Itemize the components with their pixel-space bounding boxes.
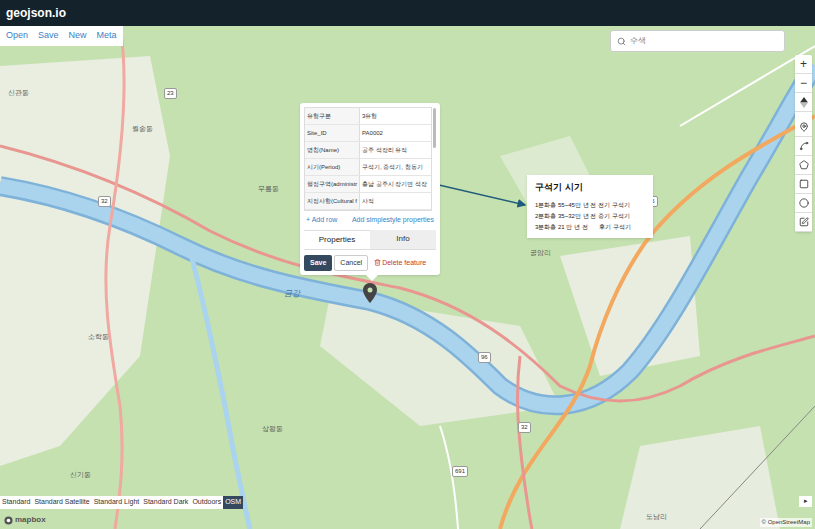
property-key[interactable]: 시기(Period) [305,159,360,175]
table-row: 명칭(Name)공주 석장리 유적 [305,142,431,159]
annotation-line: 2분화층 35~32만 년 전 중기 구석기 [535,212,645,221]
place-label: 도남리 [646,512,667,523]
table-row: 유형구분3유형 [305,108,431,125]
draw-polygon-button[interactable] [795,156,812,175]
circle-icon [799,198,809,208]
save-button[interactable]: Save [304,255,332,272]
menu-item[interactable]: Meta [97,29,117,43]
collapse-button[interactable]: ▸ [799,496,812,507]
feature-popup: 유형구분3유형Site_IDPA0002명칭(Name)공주 석장리 유적시기(… [300,103,440,275]
menu-item[interactable]: Open [6,29,28,43]
road-shield: 32 [98,196,111,207]
property-key[interactable]: 명칭(Name) [305,142,360,158]
annotation-arrow [0,26,815,529]
draw-circle-button[interactable] [795,194,812,213]
marker-icon [799,122,809,132]
road-shield: 23 [164,88,177,99]
search-icon [617,37,626,46]
layer-option[interactable]: Standard Satellite [32,496,91,509]
zoom-in-button[interactable]: + [795,55,812,74]
zoom-out-button[interactable]: − [795,74,812,93]
cancel-button[interactable]: Cancel [334,255,368,272]
app-title: geojson.io [6,4,66,22]
road-shield: 691 [452,466,468,477]
table-actions: + Add row Add simplestyle properties [304,211,436,230]
edit-icon [799,217,809,227]
scrollbar[interactable] [433,108,436,148]
layer-option[interactable]: Outdoors [190,496,223,509]
property-key[interactable]: 지정사항(Cultural f [305,193,360,209]
annotation-box: 구석기 시기 1분화층 55~45만 년 전 전기 구석기 2분화층 35~32만 … [527,175,653,238]
compass-icon [800,97,808,108]
property-value[interactable]: 구석기, 중석기, 청동기 [360,159,431,175]
popup-tabs: PropertiesInfo [304,230,436,249]
layer-option[interactable]: Standard Light [92,496,142,509]
trash-icon [374,259,381,266]
place-label: 소학동 [88,332,109,343]
place-label: 상왕동 [262,424,283,435]
property-value[interactable]: 충남 공주시 장기면 석장 [360,176,431,192]
attribution: © OpenStreetMap [760,518,812,527]
place-label: 신관동 [8,88,29,99]
menu-bar: Open Save New Meta [0,26,123,46]
mapbox-logo: mapbox [4,514,46,526]
property-key[interactable]: 행정구역(administr [305,176,360,192]
property-key[interactable]: Site_ID [305,125,360,141]
properties-table: 유형구분3유형Site_IDPA0002명칭(Name)공주 석장리 유적시기(… [304,107,432,211]
table-row: 지정사항(Cultural f사적 [305,193,431,210]
place-label: 월송동 [132,124,153,135]
menu-item[interactable]: New [69,29,87,43]
table-row: 시기(Period)구석기, 중석기, 청동기 [305,159,431,176]
edit-button[interactable] [795,213,812,232]
road-shield: 32 [518,422,531,433]
annotation-title: 구석기 시기 [535,181,645,195]
draw-marker-button[interactable] [795,118,812,137]
delete-feature-button[interactable]: Delete feature [374,258,426,269]
popup-tip [366,275,378,281]
popup-buttons: SaveCancel Delete feature [304,249,436,272]
app: geojson.io 신관동월송동무릉동소학동상왕동신기동 공암리도남리 금강 23 32… [0,0,815,529]
layer-option[interactable]: Standard Dark [141,496,190,509]
road-shield: 96 [478,352,491,363]
add-row-button[interactable]: + Add row [306,215,337,226]
layer-switcher: StandardStandard SatelliteStandard Light… [0,496,243,509]
draw-rectangle-button[interactable] [795,175,812,194]
table-row: 행정구역(administr충남 공주시 장기면 석장 [305,176,431,193]
place-label: 신기동 [70,470,91,481]
property-value[interactable]: 공주 석장리 유적 [360,142,431,158]
search-placeholder: 수색 [630,35,646,47]
feature-marker-icon[interactable] [363,283,377,303]
property-value[interactable]: 사적 [360,193,431,209]
popup-tab[interactable]: Info [370,230,436,249]
table-row: Site_IDPA0002 [305,125,431,142]
property-value[interactable]: PA0002 [360,125,431,141]
property-key[interactable]: 유형구분 [305,108,360,124]
compass-button[interactable] [795,93,812,112]
popup-tab[interactable]: Properties [304,230,370,249]
search-box[interactable]: 수색 [610,30,785,52]
layer-option[interactable]: OSM [223,496,243,509]
polygon-icon [799,160,809,170]
rectangle-icon [799,179,809,189]
annotation-line: 3분화층 21 만 년 전 후기 구석기 [535,223,645,232]
line-icon [799,141,809,151]
map[interactable]: 신관동월송동무릉동소학동상왕동신기동공암리도남리금강2332329696691O… [0,26,815,529]
river-label: 금강 [284,288,300,300]
draw-line-button[interactable] [795,137,812,156]
layer-option[interactable]: Standard [0,496,32,509]
map-canvas[interactable] [0,26,815,529]
annotation-line: 1분화층 55~45만 년 전 전기 구석기 [535,201,645,210]
top-bar: geojson.io [0,0,815,26]
menu-item[interactable]: Save [38,29,59,43]
add-simplestyle-button[interactable]: Add simplestyle properties [352,215,434,226]
property-value[interactable]: 3유형 [360,108,431,124]
mapbox-icon [4,516,13,525]
place-label: 무릉동 [258,184,279,195]
toolbar: +− [795,55,812,232]
place-label: 공암리 [530,248,551,259]
